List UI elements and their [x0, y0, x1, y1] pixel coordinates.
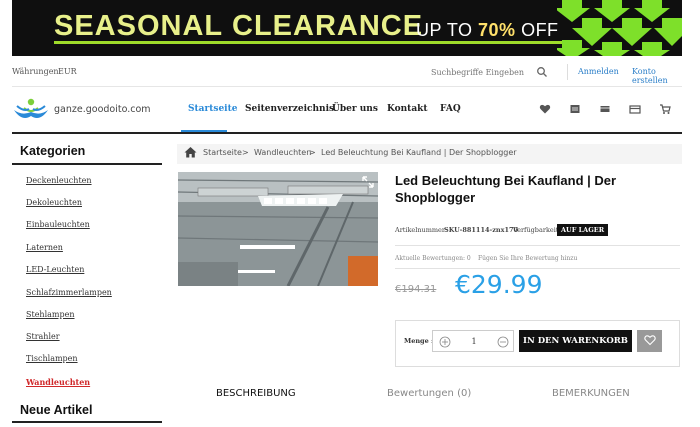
- register-link[interactable]: Konto erstellen: [632, 67, 682, 85]
- tab-beschreibung[interactable]: BESCHREIBUNG: [216, 388, 296, 399]
- heart-icon: [643, 334, 656, 345]
- minus-icon[interactable]: [497, 336, 509, 348]
- down-arrows-graphic: [557, 0, 682, 56]
- nav-item-faq[interactable]: FAQ: [440, 104, 461, 114]
- breadcrumb-wandleuchten[interactable]: Wandleuchten: [254, 148, 311, 157]
- card-icon[interactable]: [629, 103, 641, 115]
- list-icon[interactable]: [569, 103, 581, 115]
- category-dekoleuchten[interactable]: Dekoleuchten: [26, 198, 82, 207]
- quantity-stepper: [432, 330, 514, 352]
- current-price: €29.99: [455, 270, 543, 299]
- compare-icon[interactable]: [599, 103, 611, 115]
- expand-icon[interactable]: [362, 176, 374, 188]
- breadcrumb-current: Led Beleuchtung Bei Kaufland | Der Shopb…: [321, 148, 517, 157]
- breadcrumb-separator: >: [309, 148, 316, 157]
- new-articles-title: Neue Artikel: [20, 403, 93, 417]
- banner-word-clearance: CLEARANCE: [232, 10, 424, 42]
- banner-offer: UP TO 70% OFF: [416, 20, 559, 41]
- info-divider: [395, 268, 680, 269]
- product-title: Led Beleuchtung Bei Kaufland | Der Shopb…: [395, 173, 617, 205]
- sku-value: SKU-881114-znx170: [444, 226, 519, 234]
- category-tischlampen[interactable]: Tischlampen: [26, 354, 78, 363]
- category-einbauleuchten[interactable]: Einbauleuchten: [26, 220, 90, 229]
- reviews-count: Aktuelle Bewertungen: 0: [395, 255, 471, 262]
- search-icon[interactable]: [536, 66, 548, 78]
- banner-offer-suffix: OFF: [515, 20, 559, 40]
- topbar-divider: [567, 64, 568, 80]
- new-articles-underline: [12, 421, 162, 423]
- nav-item-seitenverzeichnis[interactable]: Seitenverzeichnis: [245, 104, 334, 114]
- login-link[interactable]: Anmelden: [578, 67, 619, 76]
- logo-text: ganze.goodoito.com: [54, 104, 151, 115]
- banner-offer-pct: 70%: [478, 20, 516, 40]
- plus-icon[interactable]: [439, 336, 451, 348]
- nav-item-kontakt[interactable]: Kontakt: [387, 104, 428, 114]
- nav-item-startseite[interactable]: Startseite: [188, 104, 237, 114]
- wishlist-button[interactable]: [637, 330, 662, 352]
- category-led-leuchten[interactable]: LED-Leuchten: [26, 265, 84, 274]
- availability-label: Verfügbarkeit:: [513, 226, 561, 234]
- topbar-divider-line: [12, 86, 682, 87]
- tab-bemerkungen[interactable]: BEMERKUNGEN: [552, 388, 630, 399]
- nav-item-ueber-uns[interactable]: Über uns: [332, 104, 378, 114]
- stock-badge: AUF LAGER: [557, 224, 609, 236]
- cart-icon[interactable]: [659, 103, 671, 115]
- sku-label: Artikelnummer:: [395, 226, 448, 234]
- banner-word-seasonal: SEASONAL: [54, 10, 224, 42]
- category-stehlampen[interactable]: Stehlampen: [26, 310, 75, 319]
- currency-selector[interactable]: EUR: [58, 67, 77, 76]
- category-wandleuchten[interactable]: Wandleuchten: [26, 377, 90, 387]
- quantity-input[interactable]: [463, 331, 485, 351]
- add-review-link[interactable]: Fügen Sie Ihre Bewertung hinzu: [478, 255, 577, 262]
- breadcrumb-startseite[interactable]: Startseite: [203, 148, 242, 157]
- info-divider: [395, 245, 680, 246]
- old-price: €194.31: [395, 284, 437, 295]
- breadcrumb-separator: >: [242, 148, 249, 157]
- clearance-banner[interactable]: SEASONAL CLEARANCE UP TO 70% OFF: [12, 0, 682, 56]
- banner-underline: [54, 41, 564, 44]
- currency-label: Währungen:: [12, 67, 62, 76]
- home-icon[interactable]: [184, 146, 197, 158]
- heart-icon[interactable]: [539, 103, 551, 115]
- add-to-cart-button[interactable]: IN DEN WARENKORB: [519, 330, 632, 352]
- banner-offer-prefix: UP TO: [416, 20, 479, 40]
- categories-title-underline: [12, 163, 162, 165]
- category-strahler[interactable]: Strahler: [26, 332, 60, 341]
- top-bar: Währungen: EUR Anmelden Konto erstellen: [12, 62, 682, 85]
- tab-bewertungen[interactable]: Bewertungen (0): [387, 388, 471, 399]
- categories-title: Kategorien: [20, 144, 86, 158]
- product-image[interactable]: [178, 172, 378, 286]
- category-schlafzimmerlampen[interactable]: Schlafzimmerlampen: [26, 288, 112, 297]
- logo-icon: [14, 98, 48, 118]
- site-logo[interactable]: ganze.goodoito.com: [12, 96, 162, 122]
- product-photo-warehouse: [178, 172, 378, 286]
- category-laternen[interactable]: Laternen: [26, 243, 63, 252]
- category-deckenleuchten[interactable]: Deckenleuchten: [26, 176, 92, 185]
- header-divider: [12, 132, 682, 134]
- quantity-label: Menge :: [404, 337, 434, 345]
